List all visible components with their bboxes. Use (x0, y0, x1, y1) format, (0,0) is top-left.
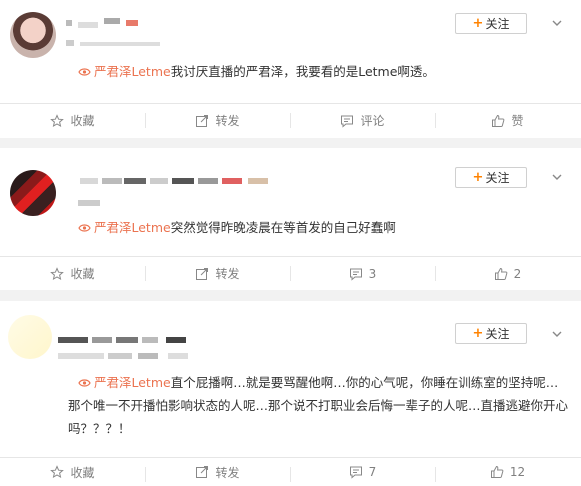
comment-button[interactable]: 3 (290, 257, 435, 290)
action-bar: 收藏 转发 评论 赞 (0, 103, 581, 137)
plus-icon: + (472, 170, 484, 185)
avatar[interactable] (10, 12, 56, 58)
chevron-down-icon[interactable] (552, 18, 562, 28)
username[interactable] (66, 16, 146, 30)
post-card-2: + 关注 严君泽Letme突然觉得昨晚凌晨在等首发的自己好蠢啊 收藏 转发 3 … (0, 148, 581, 290)
star-icon (50, 113, 65, 127)
comment-count: 3 (368, 266, 377, 281)
repost-button[interactable]: 转发 (145, 257, 290, 290)
plus-icon: + (472, 326, 484, 341)
repost-label: 转发 (215, 114, 240, 128)
avatar[interactable] (10, 170, 56, 216)
star-icon (50, 266, 65, 280)
follow-button[interactable]: + 关注 (455, 13, 527, 34)
favorite-label: 收藏 (70, 267, 95, 281)
topic-icon (78, 68, 91, 76)
favorite-button[interactable]: 收藏 (0, 458, 145, 486)
post-meta (66, 40, 166, 48)
follow-label: 关注 (485, 171, 510, 185)
avatar[interactable] (8, 315, 52, 359)
repost-button[interactable]: 转发 (145, 458, 290, 486)
post-meta (78, 200, 118, 208)
repost-icon (196, 114, 209, 127)
repost-icon (196, 466, 209, 478)
post-text: 严君泽Letme我讨厌直播的严君泽，我要看的是Letme啊透。 (78, 60, 435, 83)
comment-icon (349, 268, 362, 281)
comment-icon (349, 466, 362, 479)
repost-label: 转发 (215, 465, 240, 480)
repost-label: 转发 (215, 267, 240, 281)
like-icon (490, 465, 504, 478)
comment-button[interactable]: 7 (290, 458, 435, 486)
topic-icon (78, 224, 91, 232)
post-card-3: + 关注 严君泽Letme直个屁播啊…就是要骂醒他啊…你的心气呢，你睡在训练室的… (0, 301, 581, 486)
topic-link[interactable]: 严君泽Letme (94, 220, 171, 235)
like-button[interactable]: 12 (435, 458, 580, 486)
topic-icon (78, 379, 91, 387)
post-card-1: + 关注 严君泽Letme我讨厌直播的严君泽，我要看的是Letme啊透。 收藏 … (0, 0, 581, 138)
plus-icon: + (472, 16, 484, 31)
favorite-button[interactable]: 收藏 (0, 257, 145, 290)
comment-label: 评论 (360, 114, 385, 128)
follow-label: 关注 (485, 327, 510, 341)
comment-button[interactable]: 评论 (290, 104, 435, 137)
like-label: 赞 (511, 114, 524, 128)
like-button[interactable]: 赞 (435, 104, 580, 137)
repost-button[interactable]: 转发 (145, 104, 290, 137)
chevron-down-icon[interactable] (552, 172, 562, 182)
username[interactable] (76, 176, 276, 190)
action-bar: 收藏 转发 3 2 (0, 256, 581, 290)
comment-count: 7 (368, 465, 377, 479)
topic-link[interactable]: 严君泽Letme (94, 64, 171, 79)
follow-button[interactable]: + 关注 (455, 323, 527, 344)
post-text: 严君泽Letme突然觉得昨晚凌晨在等首发的自己好蠢啊 (78, 216, 396, 239)
favorite-label: 收藏 (70, 114, 95, 128)
topic-link[interactable]: 严君泽Letme (94, 375, 171, 390)
favorite-button[interactable]: 收藏 (0, 104, 145, 137)
post-text: 严君泽Letme直个屁播啊…就是要骂醒他啊…你的心气呢，你睡在训练室的坚持呢…那… (68, 371, 568, 440)
username[interactable] (58, 335, 208, 349)
like-icon (492, 114, 505, 127)
like-count: 2 (513, 266, 522, 281)
chevron-down-icon[interactable] (552, 329, 562, 339)
post-body-text: 突然觉得昨晚凌晨在等首发的自己好蠢啊 (170, 220, 396, 235)
like-count: 12 (509, 465, 526, 479)
comment-icon (341, 115, 354, 128)
like-icon (494, 267, 508, 280)
follow-label: 关注 (485, 17, 510, 31)
repost-icon (196, 267, 209, 280)
like-button[interactable]: 2 (435, 257, 580, 290)
post-meta (58, 353, 208, 361)
favorite-label: 收藏 (70, 465, 95, 480)
post-body-text: 我讨厌直播的严君泽，我要看的是Letme啊透。 (170, 64, 435, 79)
star-icon (50, 465, 65, 479)
follow-button[interactable]: + 关注 (455, 167, 527, 188)
action-bar: 收藏 转发 7 12 (0, 457, 581, 486)
